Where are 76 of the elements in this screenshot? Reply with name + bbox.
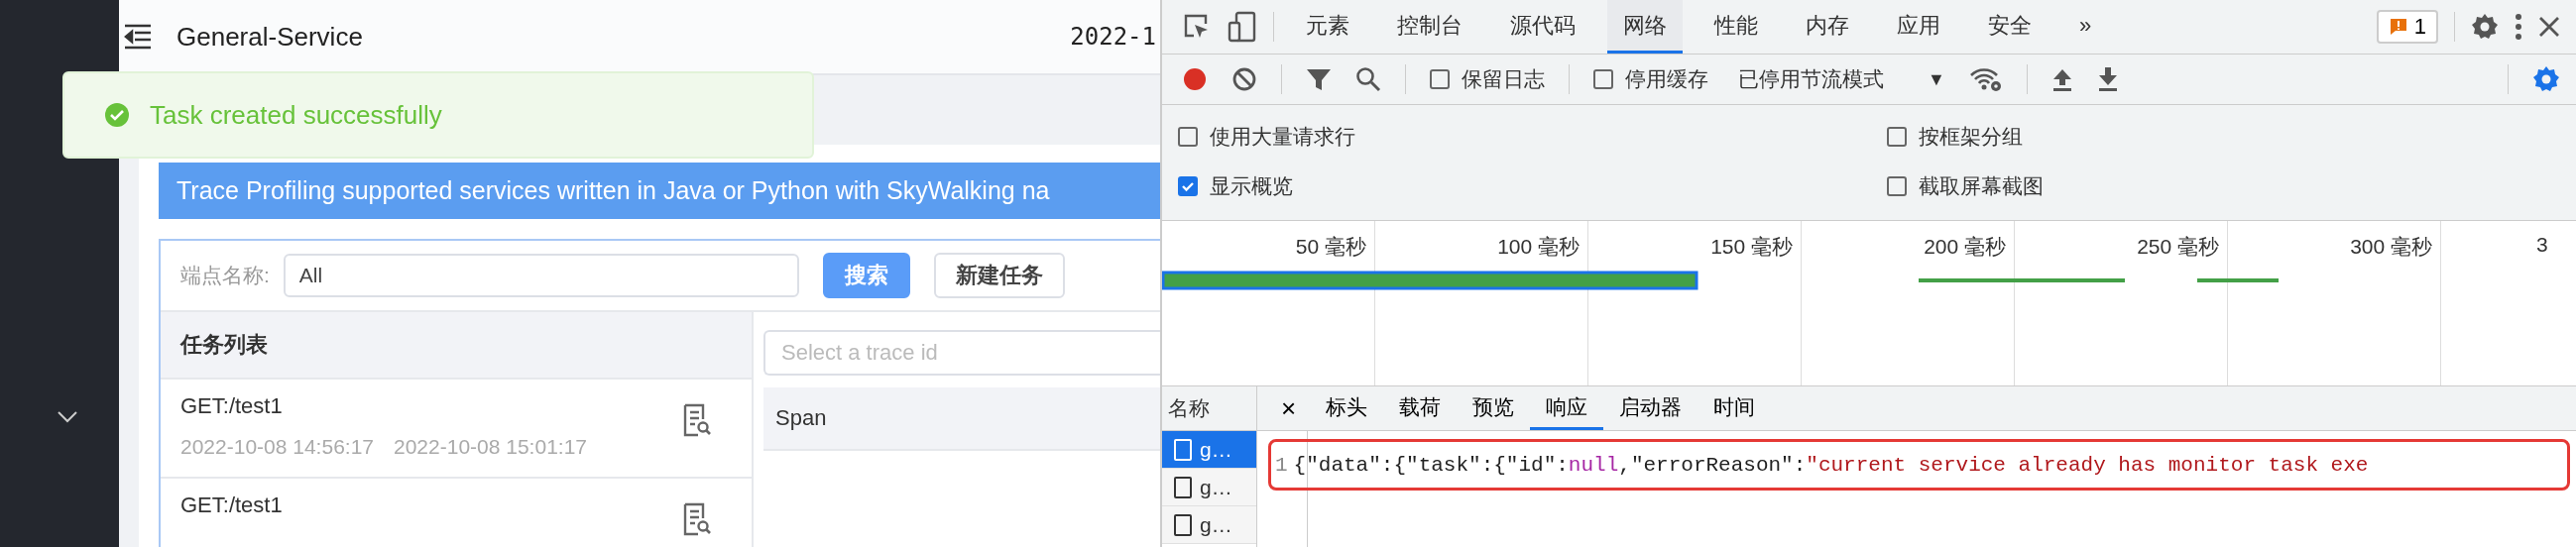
- time-tick-label: 300 毫秒: [2350, 235, 2432, 258]
- time-tick-label: 3: [2536, 233, 2548, 256]
- task-endpoint[interactable]: GET:/test1: [180, 393, 587, 419]
- task-list-header: 任务列表: [161, 312, 752, 380]
- checkbox-label: 显示概览: [1210, 173, 1293, 199]
- settings-icon[interactable]: [2532, 65, 2560, 93]
- time-tick-label: 250 毫秒: [2137, 235, 2219, 258]
- time-tick-label: 100 毫秒: [1497, 235, 1580, 258]
- checkbox-label: 截取屏幕截图: [1919, 173, 2044, 199]
- check-circle-icon: [104, 102, 130, 128]
- more-tabs-button[interactable]: »: [2063, 0, 2108, 54]
- detail-tab[interactable]: 载荷: [1383, 386, 1458, 430]
- chevron-down-icon[interactable]: [57, 410, 78, 424]
- date-text: 2022-1: [1070, 23, 1156, 51]
- devtools-tab[interactable]: 内存: [1790, 0, 1865, 54]
- checkbox[interactable]: [1593, 69, 1613, 89]
- checkbox[interactable]: [1178, 176, 1198, 196]
- task-end-time: 2022-10-08 15:01:17: [394, 435, 587, 459]
- devtools-tab[interactable]: 源代码: [1494, 0, 1591, 54]
- line-number: 1: [1275, 453, 1288, 477]
- detail-tab[interactable]: 标头: [1310, 386, 1384, 430]
- toast-message: Task created successfully: [150, 99, 442, 131]
- service-title: General-Service: [176, 21, 363, 53]
- span-column-header: Span: [763, 387, 1160, 451]
- response-code: {"data":{"task":{"id":null,"errorReason":"current service already has monitor task exe: [1293, 453, 2369, 477]
- devtools-tab[interactable]: 安全: [1972, 0, 2048, 54]
- request-row[interactable]: g…: [1162, 431, 1256, 469]
- task-start-time: 2022-10-08 14:56:17: [180, 435, 374, 459]
- document-search-icon[interactable]: [682, 403, 712, 437]
- trace-id-select[interactable]: Select a trace id: [763, 330, 1160, 376]
- task-endpoint[interactable]: GET:/test1: [180, 492, 283, 518]
- devtools-tab[interactable]: 应用: [1881, 0, 1956, 54]
- time-tick-label: 50 毫秒: [1295, 235, 1366, 258]
- device-toggle-icon[interactable]: [1228, 11, 1257, 43]
- clear-icon[interactable]: [1231, 66, 1257, 92]
- new-task-button[interactable]: 新建任务: [933, 253, 1065, 298]
- menu-fold-icon[interactable]: [123, 24, 153, 50]
- close-icon[interactable]: [2538, 16, 2560, 38]
- checkbox-label: 使用大量请求行: [1210, 124, 1355, 150]
- settings-icon[interactable]: [2471, 13, 2499, 41]
- name-column-header: 名称: [1162, 386, 1256, 431]
- time-tick-label: 150 毫秒: [1710, 235, 1793, 258]
- upload-icon[interactable]: [2050, 67, 2073, 91]
- detail-tab[interactable]: 启动器: [1603, 386, 1698, 430]
- info-banner: Trace Profiling supported services written in Java or Python with SkyWalking na: [159, 163, 1160, 219]
- issues-badge[interactable]: 1: [2376, 10, 2438, 44]
- endpoint-field[interactable]: All: [283, 254, 799, 297]
- checkbox[interactable]: [1887, 127, 1907, 147]
- time-tick-label: 200 毫秒: [1924, 235, 2006, 258]
- dropdown-arrow[interactable]: ▼: [1928, 68, 1945, 90]
- devtools-tab[interactable]: 网络: [1607, 0, 1683, 54]
- download-icon[interactable]: [2096, 67, 2119, 91]
- devtools-tab[interactable]: 控制台: [1381, 0, 1478, 54]
- record-icon[interactable]: [1182, 66, 1208, 92]
- checkbox-label: 停用缓存: [1625, 66, 1708, 92]
- request-row[interactable]: g…: [1162, 506, 1256, 544]
- request-row[interactable]: g…: [1162, 469, 1256, 506]
- detail-tab[interactable]: 时间: [1698, 386, 1772, 430]
- filter-icon[interactable]: [1306, 66, 1332, 92]
- detail-tab[interactable]: 预览: [1457, 386, 1531, 430]
- endpoint-label: 端点名称:: [180, 263, 270, 288]
- devtools-tab[interactable]: 性能: [1698, 0, 1774, 54]
- checkbox[interactable]: [1887, 176, 1907, 196]
- checkbox-label: 按框架分组: [1919, 124, 2023, 150]
- detail-tab[interactable]: 响应: [1530, 386, 1604, 430]
- wifi-gear-icon[interactable]: [1968, 66, 2003, 92]
- more-options-icon[interactable]: [2515, 13, 2522, 41]
- devtools-tab[interactable]: 元素: [1290, 0, 1365, 54]
- search-icon[interactable]: [1355, 66, 1381, 92]
- document-search-icon[interactable]: [682, 502, 712, 536]
- throttle-dropdown[interactable]: 已停用节流模式: [1738, 65, 1884, 93]
- checkbox[interactable]: [1430, 69, 1450, 89]
- message-flag-icon: [2388, 17, 2408, 37]
- checkbox-label: 保留日志: [1462, 66, 1545, 92]
- checkbox[interactable]: [1178, 127, 1198, 147]
- close-button[interactable]: ×: [1267, 386, 1311, 430]
